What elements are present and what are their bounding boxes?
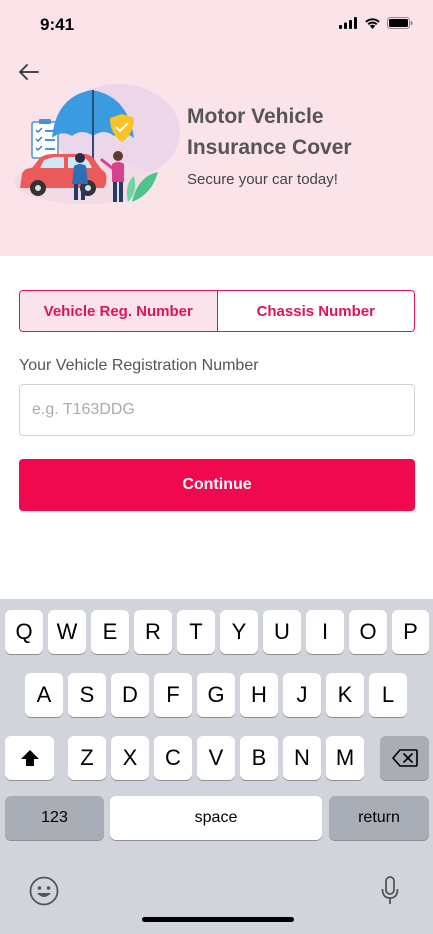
status-time: 9:41 (40, 15, 75, 34)
back-arrow-icon (19, 64, 39, 80)
key-n[interactable]: N (283, 736, 321, 780)
key-s[interactable]: S (68, 673, 106, 717)
page-title: Motor Vehicle Insurance Cover (187, 105, 352, 159)
key-k[interactable]: K (326, 673, 364, 717)
tab-chassis-number[interactable]: Chassis Number (218, 291, 415, 331)
key-e[interactable]: E (91, 610, 129, 654)
key-q[interactable]: Q (5, 610, 43, 654)
battery-icon (387, 17, 413, 29)
dictation-button[interactable] (376, 875, 404, 907)
shift-icon (20, 750, 39, 766)
key-o[interactable]: O (349, 610, 387, 654)
signal-icon (339, 17, 357, 29)
backspace-icon (391, 749, 418, 767)
key-l[interactable]: L (369, 673, 407, 717)
key-h[interactable]: H (240, 673, 278, 717)
key-c[interactable]: C (154, 736, 192, 780)
key-p[interactable]: P (392, 610, 429, 654)
key-y[interactable]: Y (220, 610, 258, 654)
back-button[interactable] (14, 58, 44, 86)
key-w[interactable]: W (48, 610, 86, 654)
space-key[interactable]: space (110, 796, 322, 840)
key-v[interactable]: V (197, 736, 235, 780)
registration-input[interactable] (19, 384, 415, 436)
wifi-icon (365, 18, 380, 29)
page-subtitle: Secure your car today! (187, 171, 338, 188)
status-bar: 9:41 (0, 0, 433, 50)
tab-vehicle-reg-number[interactable]: Vehicle Reg. Number (20, 291, 218, 331)
key-z[interactable]: Z (68, 736, 106, 780)
key-b[interactable]: B (240, 736, 278, 780)
return-key[interactable]: return (329, 796, 429, 840)
key-t[interactable]: T (177, 610, 215, 654)
numbers-key[interactable]: 123 (5, 796, 104, 840)
key-i[interactable]: I (306, 610, 344, 654)
emoji-button[interactable] (28, 875, 60, 907)
key-u[interactable]: U (263, 610, 301, 654)
key-m[interactable]: M (326, 736, 364, 780)
key-d[interactable]: D (111, 673, 149, 717)
insurance-illustration (14, 84, 180, 204)
keyboard: Q W E R T Y U I O P A S D F G H J K L Z … (0, 599, 433, 934)
continue-button[interactable]: Continue (19, 459, 415, 511)
key-x[interactable]: X (111, 736, 149, 780)
registration-field-label: Your Vehicle Registration Number (19, 357, 259, 374)
key-j[interactable]: J (283, 673, 321, 717)
key-a[interactable]: A (25, 673, 63, 717)
key-g[interactable]: G (197, 673, 235, 717)
shift-key[interactable] (5, 736, 54, 780)
lookup-type-tabs: Vehicle Reg. Number Chassis Number (19, 290, 415, 332)
status-icons (339, 17, 413, 29)
microphone-icon (381, 876, 399, 904)
key-r[interactable]: R (134, 610, 172, 654)
hero-banner: 9:41 Motor Vehicle Insurance Cover Secur… (0, 0, 433, 256)
home-indicator (142, 917, 294, 922)
key-f[interactable]: F (154, 673, 192, 717)
emoji-icon (29, 876, 59, 906)
backspace-key[interactable] (380, 736, 429, 780)
